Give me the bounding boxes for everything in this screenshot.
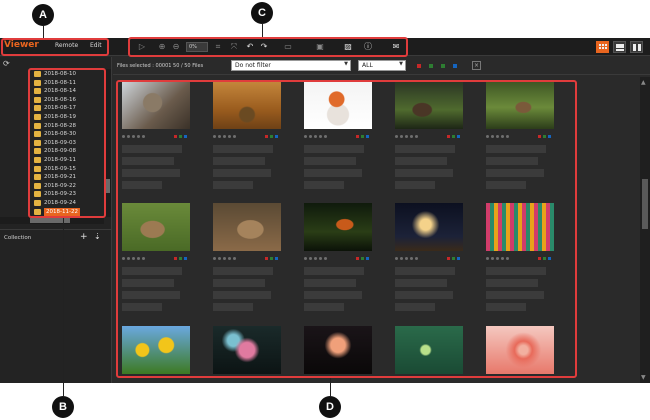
collection-label: Collection [4, 235, 32, 241]
callout-outline-d [116, 80, 577, 378]
label-filter-red[interactable] [417, 64, 421, 68]
callout-outline-b [28, 68, 106, 218]
collection-panel-header: Collection + ⇣ [0, 229, 111, 245]
label-filter-green[interactable] [429, 64, 433, 68]
callout-outline-c [128, 37, 408, 57]
files-selected-count: Files selected : 00001 50 / 50 Files [117, 63, 204, 69]
chevron-down-icon: ▼ [344, 61, 348, 67]
filter-select[interactable]: Do not filter ▼ [231, 60, 351, 71]
scroll-up-icon[interactable]: ▲ [641, 79, 646, 86]
callout-line-b [63, 218, 64, 396]
thumbnail-vertical-scrollbar[interactable]: ▲ ▼ [640, 77, 650, 383]
callout-badge-a: A [32, 4, 54, 26]
callout-badge-b: B [52, 396, 74, 418]
compare-view-button[interactable] [630, 41, 643, 53]
filmstrip-view-button[interactable] [613, 41, 626, 53]
label-filter-blue[interactable] [453, 64, 457, 68]
refresh-icon[interactable]: ⟳ [3, 59, 10, 68]
callout-line-d [330, 378, 331, 396]
scope-select[interactable]: ALL ▼ [358, 60, 406, 71]
grid-view-button[interactable] [596, 41, 609, 53]
filter-bar: Files selected : 00001 50 / 50 Files Do … [113, 57, 650, 75]
folder-tree-horizontal-scrollbar[interactable] [0, 217, 104, 224]
chevron-down-icon: ▼ [399, 61, 403, 67]
add-collection-icon[interactable]: + [80, 232, 88, 242]
sort-collection-icon[interactable]: ⇣ [94, 232, 101, 241]
callout-line-c [262, 24, 263, 37]
callout-outline-a [1, 38, 109, 56]
clear-filter-icon[interactable]: × [472, 61, 481, 70]
scroll-down-icon[interactable]: ▼ [641, 374, 646, 381]
callout-badge-d: D [319, 396, 341, 418]
callout-badge-c: C [251, 2, 273, 24]
callout-line-a [43, 26, 44, 38]
screenshot-root: Viewer Remote Edit ▷ ⊕ ⊖ 0% ⌗ ⤧ ↶ ↷ ▭ ▣ … [0, 0, 650, 420]
label-filter-green-2[interactable] [441, 64, 445, 68]
